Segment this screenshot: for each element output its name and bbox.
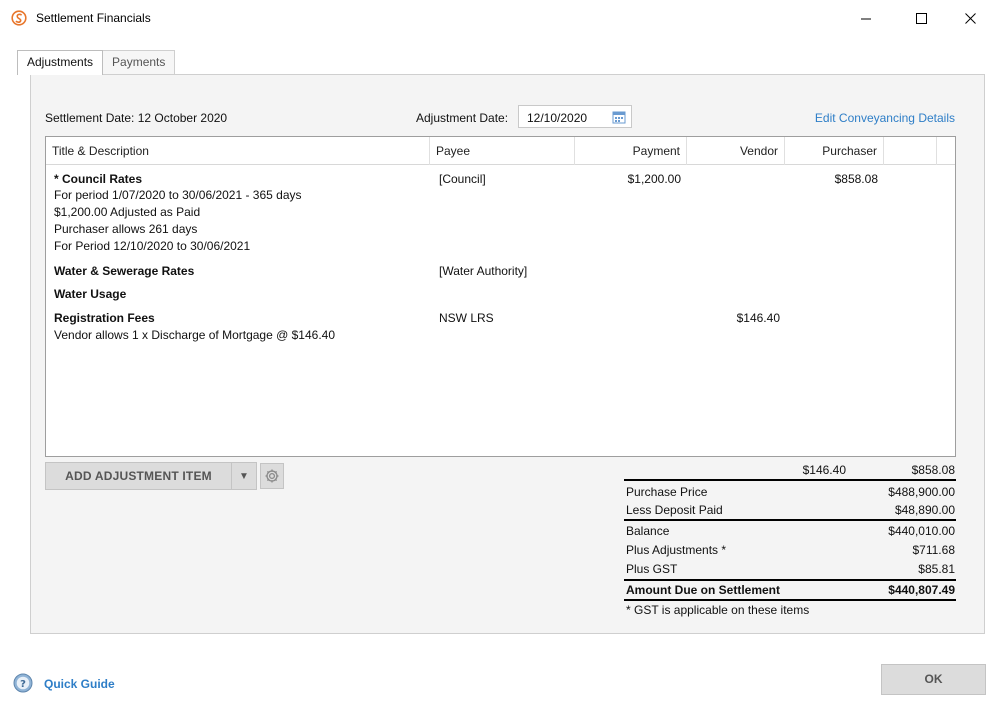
gst-footnote: * GST is applicable on these items bbox=[626, 603, 810, 617]
gst-value: $85.81 bbox=[918, 562, 955, 576]
grid-header: Title & Description Payee Payment Vendor… bbox=[46, 137, 955, 165]
settlement-date: Settlement Date: 12 October 2020 bbox=[45, 111, 228, 125]
row-desc-line: Purchaser allows 261 days bbox=[54, 222, 198, 236]
col-payee[interactable]: Payee bbox=[430, 137, 575, 165]
divider bbox=[624, 579, 956, 581]
calendar-icon[interactable] bbox=[612, 110, 626, 124]
row-vendor: $146.40 bbox=[736, 311, 780, 325]
divider bbox=[624, 479, 956, 481]
maximize-icon bbox=[915, 12, 927, 24]
row-desc-line: $1,200.00 Adjusted as Paid bbox=[54, 205, 201, 219]
adjustment-date-label: Adjustment Date: bbox=[416, 111, 509, 125]
row-payee: [Council] bbox=[439, 172, 486, 186]
minimize-icon bbox=[860, 18, 871, 19]
adjustments-value: $711.68 bbox=[912, 543, 956, 557]
row-title: * Council Rates bbox=[54, 172, 143, 186]
purchase-price-label: Purchase Price bbox=[626, 485, 708, 499]
add-adjustment-button[interactable]: ADD ADJUSTMENT ITEM ▼ bbox=[45, 462, 257, 490]
divider bbox=[624, 519, 956, 521]
purchase-price-value: $488,900.00 bbox=[888, 485, 955, 499]
add-adjustment-label[interactable]: ADD ADJUSTMENT ITEM bbox=[46, 463, 231, 489]
col-title-description[interactable]: Title & Description bbox=[46, 137, 430, 165]
row-title: Registration Fees bbox=[54, 311, 155, 325]
maximize-button[interactable] bbox=[898, 0, 944, 36]
svg-text:?: ? bbox=[20, 679, 26, 690]
amount-due-value: $440,807.49 bbox=[888, 583, 955, 597]
chevron-down-icon[interactable]: ▼ bbox=[231, 463, 256, 489]
close-icon bbox=[964, 12, 976, 24]
tab-strip: Adjustments Payments bbox=[17, 50, 176, 75]
balance-label: Balance bbox=[626, 524, 670, 538]
gst-label: Plus GST bbox=[626, 562, 678, 576]
row-purchaser: $858.08 bbox=[834, 172, 878, 186]
gear-icon bbox=[265, 469, 279, 483]
row-desc-line: For Period 12/10/2020 to 30/06/2021 bbox=[54, 239, 251, 253]
ok-button[interactable]: OK bbox=[881, 664, 986, 695]
row-desc-line: Vendor allows 1 x Discharge of Mortgage … bbox=[54, 328, 336, 342]
col-payment[interactable]: Payment bbox=[575, 137, 687, 165]
settings-button[interactable] bbox=[260, 463, 284, 489]
col-spacer bbox=[884, 137, 937, 165]
vendor-total: $146.40 bbox=[802, 463, 846, 477]
quick-guide-link[interactable]: Quick Guide bbox=[44, 677, 115, 691]
row-desc-line: For period 1/07/2020 to 30/06/2021 - 365… bbox=[54, 188, 302, 202]
edit-conveyancing-link[interactable]: Edit Conveyancing Details bbox=[815, 111, 955, 125]
deposit-value: $48,890.00 bbox=[894, 503, 955, 517]
amount-due-label: Amount Due on Settlement bbox=[626, 583, 781, 597]
adjustments-label: Plus Adjustments * bbox=[626, 543, 727, 557]
adjustment-date-input[interactable]: 12/10/2020 bbox=[518, 105, 632, 128]
tab-payments[interactable]: Payments bbox=[102, 50, 176, 74]
help-icon[interactable]: ? bbox=[13, 673, 33, 693]
adjustment-date-value: 12/10/2020 bbox=[527, 111, 588, 125]
row-payee: NSW LRS bbox=[439, 311, 494, 325]
row-title: Water & Sewerage Rates bbox=[54, 264, 195, 278]
col-vendor[interactable]: Vendor bbox=[687, 137, 785, 165]
purchaser-total: $858.08 bbox=[911, 463, 955, 477]
title-bar: Settlement Financials bbox=[0, 0, 999, 36]
col-purchaser[interactable]: Purchaser bbox=[785, 137, 884, 165]
settle-logo-icon bbox=[11, 10, 27, 26]
row-title: Water Usage bbox=[54, 287, 127, 301]
close-button[interactable] bbox=[947, 0, 993, 36]
tab-adjustments[interactable]: Adjustments bbox=[17, 50, 104, 75]
minimize-button[interactable] bbox=[843, 0, 889, 36]
adjustments-grid: Title & Description Payee Payment Vendor… bbox=[45, 136, 956, 457]
divider bbox=[624, 599, 956, 601]
row-payment: $1,200.00 bbox=[627, 172, 681, 186]
row-payee: [Water Authority] bbox=[439, 264, 528, 278]
balance-value: $440,010.00 bbox=[888, 524, 955, 538]
deposit-label: Less Deposit Paid bbox=[626, 503, 723, 517]
window-title: Settlement Financials bbox=[36, 11, 151, 25]
